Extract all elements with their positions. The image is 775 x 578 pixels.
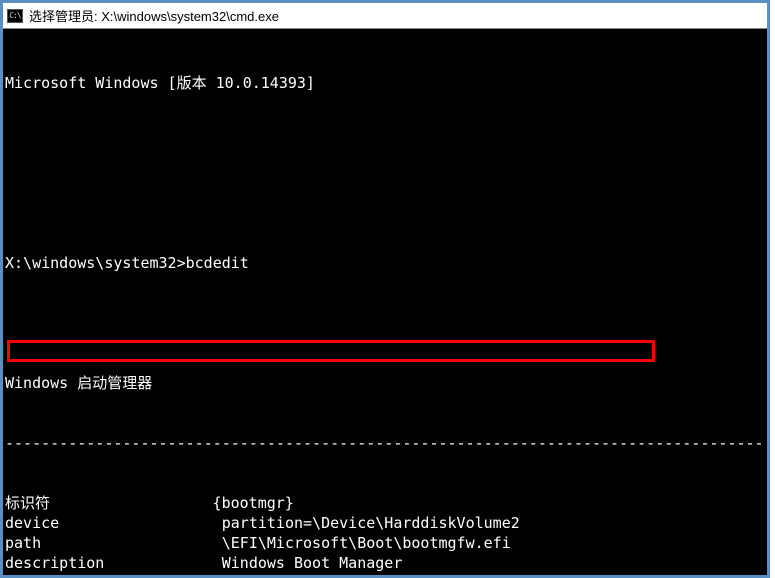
terminal-output[interactable]: Microsoft Windows [版本 10.0.14393] X:\win…	[3, 29, 767, 575]
section-divider: ----------------------------------------…	[5, 433, 765, 453]
blank-line	[5, 193, 765, 213]
version-line: Microsoft Windows [版本 10.0.14393]	[5, 73, 765, 93]
output-row: description Windows Boot Manager	[5, 553, 765, 573]
title-bar[interactable]: C:\ 选择管理员: X:\windows\system32\cmd.exe	[3, 3, 767, 29]
prompt-line: X:\windows\system32>bcdedit	[5, 253, 765, 273]
highlight-annotation	[7, 340, 655, 362]
window-title: 选择管理员: X:\windows\system32\cmd.exe	[29, 6, 279, 25]
output-row: device partition=\Device\HarddiskVolume2	[5, 513, 765, 533]
cmd-icon: C:\	[7, 9, 23, 23]
cmd-window: C:\ 选择管理员: X:\windows\system32\cmd.exe M…	[3, 3, 767, 575]
output-row: 标识符 {bootmgr}	[5, 493, 765, 513]
section-heading: Windows 启动管理器	[5, 373, 765, 393]
output-row: locale zh-CN	[5, 573, 765, 575]
blank-line	[5, 313, 765, 333]
output-row: path \EFI\Microsoft\Boot\bootmgfw.efi	[5, 533, 765, 553]
blank-line	[5, 133, 765, 153]
